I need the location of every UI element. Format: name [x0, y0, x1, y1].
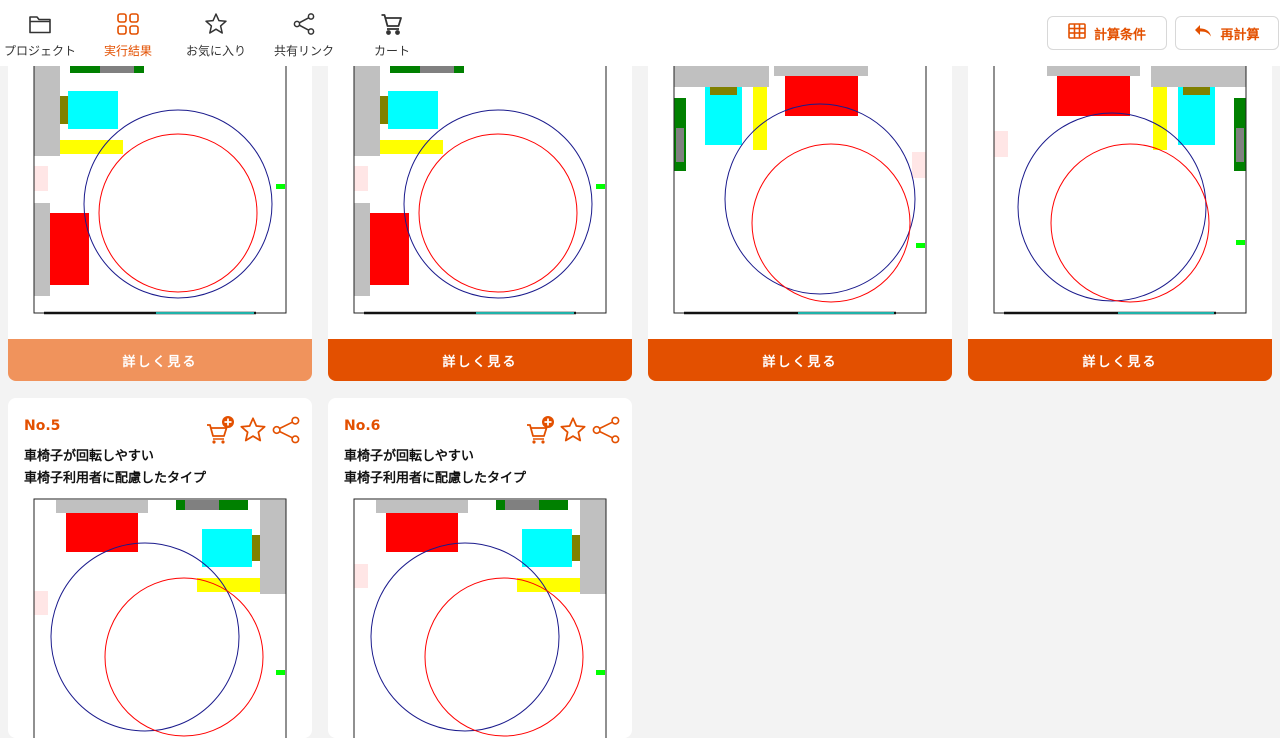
- card-actions: [524, 414, 621, 446]
- card-description-line: 車椅子利用者に配慮したタイプ: [344, 471, 527, 486]
- floor-plan: [353, 498, 607, 738]
- add-to-cart-icon[interactable]: [524, 414, 555, 446]
- nav-label: 実行結果: [103, 44, 152, 58]
- recalculate-button[interactable]: 再計算: [1175, 16, 1279, 50]
- favorite-star-icon[interactable]: [237, 414, 268, 446]
- nav-item-projects[interactable]: プロジェクト: [0, 0, 80, 66]
- card-description: 車椅子が回転しやすい 車椅子利用者に配慮したタイプ: [344, 446, 526, 490]
- card-description-line: 車椅子が回転しやすい: [344, 449, 474, 464]
- table-icon: [1068, 23, 1086, 43]
- view-details-button[interactable]: 詳しく見る: [968, 339, 1272, 381]
- view-details-button[interactable]: 詳しく見る: [8, 339, 312, 381]
- favorite-star-icon[interactable]: [557, 414, 588, 446]
- card-number: No.6: [344, 418, 381, 434]
- view-details-button[interactable]: 詳しく見る: [648, 339, 952, 381]
- card-number: No.5: [24, 418, 61, 434]
- top-bar: プロジェクト 実行結果 お気に入り 共有リンク カート 計算条件 再計算: [0, 0, 1280, 66]
- nav-label: プロジェクト: [3, 44, 76, 58]
- share-icon[interactable]: [270, 414, 301, 446]
- nav-label: カート: [373, 44, 410, 58]
- cart-icon: [379, 11, 405, 37]
- view-details-button[interactable]: 詳しく見る: [328, 339, 632, 381]
- nav-item-shared-links[interactable]: 共有リンク: [264, 0, 344, 66]
- nav-label: お気に入り: [185, 44, 246, 58]
- card-description-line: 車椅子が回転しやすい: [24, 449, 154, 464]
- card-description: 車椅子が回転しやすい 車椅子利用者に配慮したタイプ: [24, 446, 206, 490]
- calculation-conditions-label: 計算条件: [1093, 27, 1146, 43]
- recalculate-label: 再計算: [1220, 27, 1260, 43]
- floor-plan: [33, 498, 287, 738]
- add-to-cart-icon[interactable]: [204, 414, 235, 446]
- card-description-line: 車椅子利用者に配慮したタイプ: [24, 471, 207, 486]
- folder-icon: [27, 11, 53, 37]
- nav-label: 共有リンク: [273, 44, 334, 58]
- nav-item-favorites[interactable]: お気に入り: [176, 0, 256, 66]
- result-card-5: No.5 車椅子が回転しやすい 車椅子利用者に配慮したタイプ: [8, 398, 312, 738]
- share-icon[interactable]: [590, 414, 621, 446]
- share-icon: [291, 11, 317, 37]
- grid-icon: [115, 11, 141, 37]
- undo-arrow-icon: [1194, 24, 1212, 42]
- nav-item-cart[interactable]: カート: [352, 0, 432, 66]
- card-actions: [204, 414, 301, 446]
- result-card-6: No.6 車椅子が回転しやすい 車椅子利用者に配慮したタイプ: [328, 398, 632, 738]
- nav-item-results[interactable]: 実行結果: [88, 0, 168, 66]
- calculation-conditions-button[interactable]: 計算条件: [1047, 16, 1167, 50]
- star-icon: [203, 11, 229, 37]
